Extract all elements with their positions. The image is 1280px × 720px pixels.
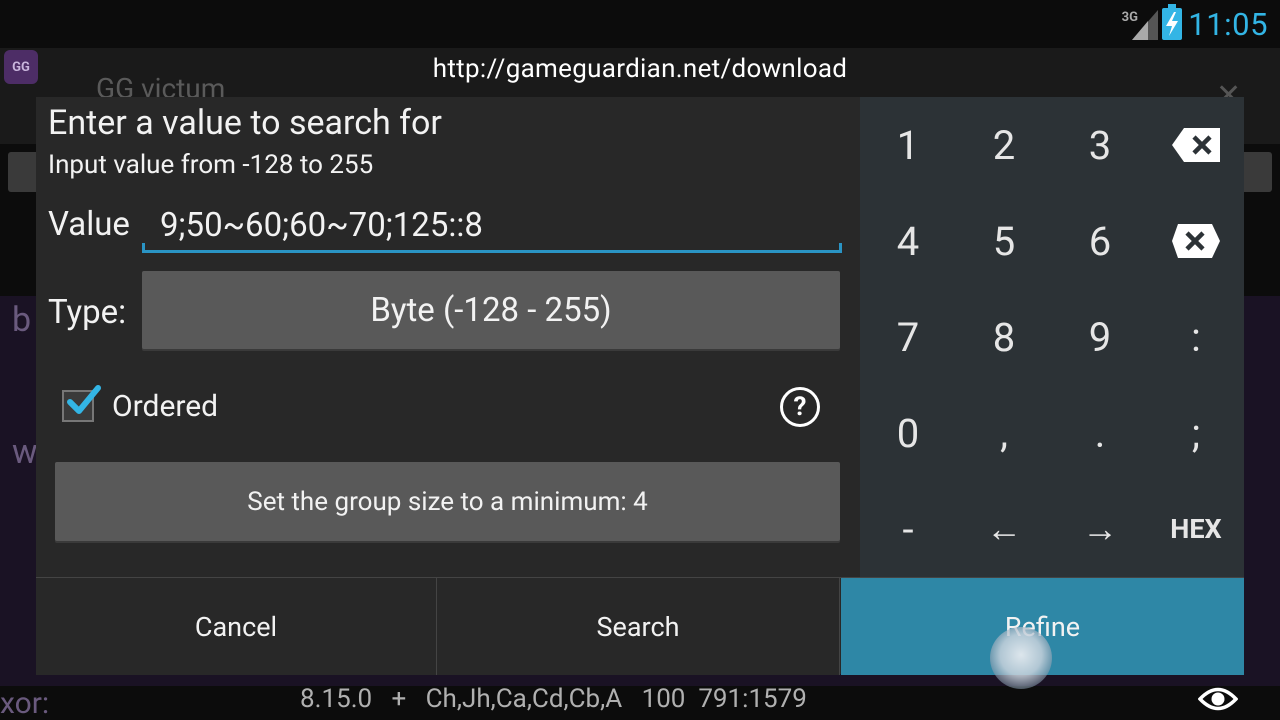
cursor-left-key[interactable]: ←	[956, 481, 1052, 577]
dialog-button-bar: Cancel Search Refine	[36, 577, 1244, 675]
key-5[interactable]: 5	[956, 193, 1052, 289]
download-url: http://gameguardian.net/download	[432, 54, 848, 84]
search-dialog: Enter a value to search for Input value …	[36, 97, 1244, 675]
bottom-info-text: 8.15.0 + Ch,Jh,Ca,Cd,Cb,A 100 791:1579	[300, 684, 807, 714]
dialog-title: Enter a value to search for	[48, 103, 442, 143]
backspace-icon	[1172, 128, 1220, 162]
value-label: Value	[48, 205, 130, 244]
key-7[interactable]: 7	[860, 289, 956, 385]
ordered-row[interactable]: Ordered	[62, 385, 218, 427]
clear-icon	[1172, 224, 1220, 258]
key-colon[interactable]: :	[1148, 289, 1244, 385]
ordered-label: Ordered	[112, 388, 219, 424]
value-input-underline	[142, 243, 145, 253]
key-2[interactable]: 2	[956, 97, 1052, 193]
type-select[interactable]: Byte (-128 - 255)	[142, 271, 840, 349]
search-form: Enter a value to search for Input value …	[36, 97, 860, 577]
background-list-text: b	[12, 300, 32, 340]
ordered-checkbox[interactable]	[62, 385, 101, 422]
key-minus[interactable]: -	[860, 481, 956, 577]
key-3[interactable]: 3	[1052, 97, 1148, 193]
background-list-text: w	[12, 432, 38, 472]
dialog-subtitle: Input value from -128 to 255	[48, 150, 374, 180]
cursor-right-key[interactable]: →	[1052, 481, 1148, 577]
type-label: Type:	[48, 293, 127, 332]
eye-icon[interactable]	[1198, 684, 1238, 714]
key-comma[interactable]: ,	[956, 385, 1052, 481]
keypad: 1 2 3 4 5 6 7 8 9 : 0 , . ; - ← → HEX	[860, 97, 1244, 577]
touch-indicator	[990, 627, 1052, 689]
hex-key[interactable]: HEX	[1148, 481, 1244, 577]
status-time: 11:05	[1188, 6, 1268, 43]
key-semicolon[interactable]: ;	[1148, 385, 1244, 481]
key-6[interactable]: 6	[1052, 193, 1148, 289]
help-icon[interactable]: ?	[780, 387, 820, 427]
value-input[interactable]	[142, 201, 842, 253]
clear-key[interactable]	[1148, 193, 1244, 289]
key-1[interactable]: 1	[860, 97, 956, 193]
checkmark-icon	[67, 385, 101, 414]
background-list-text: xor:	[0, 686, 50, 720]
group-size-button[interactable]: Set the group size to a minimum: 4	[55, 462, 840, 541]
key-8[interactable]: 8	[956, 289, 1052, 385]
key-dot[interactable]: .	[1052, 385, 1148, 481]
cancel-button[interactable]: Cancel	[36, 578, 437, 675]
key-0[interactable]: 0	[860, 385, 956, 481]
search-button[interactable]: Search	[437, 578, 840, 675]
value-input-underline	[839, 243, 842, 253]
key-4[interactable]: 4	[860, 193, 956, 289]
signal-icon	[1132, 10, 1158, 40]
status-bar: 3G 11:05	[0, 0, 1280, 48]
backspace-key[interactable]	[1148, 97, 1244, 193]
key-9[interactable]: 9	[1052, 289, 1148, 385]
battery-icon	[1162, 4, 1182, 40]
